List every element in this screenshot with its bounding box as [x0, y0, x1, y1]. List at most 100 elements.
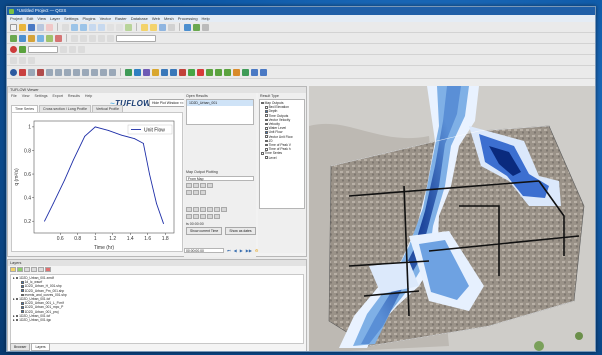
tips-icon[interactable] — [202, 23, 209, 31]
delete-icon[interactable] — [107, 34, 114, 42]
layer-visibility-checkbox[interactable] — [15, 318, 19, 322]
trace-icon[interactable] — [69, 45, 76, 53]
checkbox[interactable] — [265, 127, 268, 130]
new-project-icon[interactable] — [10, 23, 17, 31]
layer-visibility-checkbox[interactable] — [21, 293, 24, 297]
move-label-icon[interactable] — [28, 56, 35, 64]
checkbox[interactable] — [265, 110, 268, 113]
next-step-icon[interactable]: ▶▶ — [246, 248, 252, 253]
layers-tree[interactable]: ▸ 1D2D_Urban_001.xmdf 1d_lc_wsurf 1D2D_Urb… — [10, 274, 304, 344]
pin-label-icon[interactable] — [19, 56, 26, 64]
checkbox[interactable] — [265, 122, 268, 126]
from-map-select[interactable]: From Map — [186, 176, 254, 181]
export-plot-icon[interactable] — [193, 214, 199, 219]
label-icon[interactable] — [10, 56, 17, 64]
hide-plot-window-button[interactable]: Hide Plot Window << — [149, 99, 187, 107]
point-plot-icon[interactable] — [186, 183, 192, 188]
viewer-menu-results[interactable]: Results — [68, 94, 80, 98]
copy-plot-icon[interactable] — [200, 214, 206, 219]
curtain-icon[interactable] — [193, 190, 199, 195]
check-icon[interactable] — [215, 68, 222, 76]
add-wms-icon[interactable] — [37, 34, 44, 42]
ship-icon[interactable] — [170, 68, 177, 76]
plugin-icon[interactable] — [100, 68, 107, 76]
add-mesh-icon[interactable] — [28, 34, 35, 42]
plugin-icon[interactable] — [37, 68, 44, 76]
flag-icon[interactable] — [197, 68, 204, 76]
settings-icon[interactable] — [200, 190, 206, 195]
search-icon[interactable] — [207, 214, 213, 219]
checkbox[interactable] — [261, 101, 264, 105]
layer-combo[interactable] — [116, 34, 156, 42]
plugin-icon[interactable] — [109, 68, 116, 76]
snapping-icon[interactable] — [60, 45, 67, 53]
checkbox[interactable] — [265, 156, 268, 160]
zoom-full-icon[interactable] — [89, 23, 96, 31]
tuflow-tool-icon[interactable] — [19, 68, 26, 76]
add-group-icon[interactable] — [17, 267, 23, 272]
layer-visibility-checkbox[interactable] — [21, 281, 24, 284]
annotation-icon[interactable] — [168, 23, 175, 31]
tab-layers[interactable]: Layers — [31, 343, 50, 351]
list-item[interactable]: 1D2D_Urban_001 — [187, 100, 253, 106]
layer-visibility-checkbox[interactable] — [21, 285, 24, 288]
time-field[interactable]: 00:00:00.00 — [184, 247, 224, 253]
layer-visibility-checkbox[interactable] — [21, 310, 24, 314]
checkbox[interactable] — [265, 114, 268, 118]
menu-project[interactable]: Project — [10, 16, 22, 21]
topology-icon[interactable] — [78, 45, 85, 53]
plugin-icon[interactable] — [91, 68, 98, 76]
viewer-menu-file[interactable]: File — [11, 94, 17, 98]
layer-visibility-checkbox[interactable] — [21, 306, 24, 309]
menu-settings[interactable]: Settings — [64, 16, 78, 21]
checkbox[interactable] — [265, 143, 268, 147]
prev-step-icon[interactable]: ◀ — [234, 248, 237, 253]
yellow-tool-icon[interactable] — [152, 68, 159, 76]
plugin-icon[interactable] — [64, 68, 71, 76]
legend-icon[interactable] — [186, 214, 192, 219]
result-type-list[interactable]: Map Outputs Bed Elevation Depth Time Output… — [259, 99, 305, 209]
select-icon[interactable] — [150, 23, 157, 31]
purple-tool-icon[interactable] — [143, 68, 150, 76]
plugin-icon[interactable] — [82, 68, 89, 76]
add-vector-icon[interactable] — [10, 34, 17, 42]
pan-plot-icon[interactable] — [207, 207, 213, 212]
zoom-in-icon[interactable] — [71, 23, 78, 31]
leaf-icon[interactable] — [242, 68, 249, 76]
menu-database[interactable]: Database — [131, 16, 148, 21]
home-icon[interactable] — [186, 207, 192, 212]
filter-icon[interactable] — [24, 267, 30, 272]
clear-plot-icon[interactable] — [207, 183, 213, 188]
plugin-icon[interactable] — [73, 68, 80, 76]
remove-layer-icon[interactable] — [45, 267, 51, 272]
water-icon[interactable] — [134, 68, 141, 76]
layer-visibility-checkbox[interactable] — [15, 314, 19, 318]
print-layout-icon[interactable] — [46, 23, 53, 31]
zoom-layer-icon[interactable] — [98, 23, 105, 31]
add-feature-icon[interactable] — [89, 34, 96, 42]
layer-visibility-checkbox[interactable] — [15, 276, 19, 280]
checkbox[interactable] — [265, 118, 268, 122]
layer-visibility-checkbox[interactable] — [15, 297, 19, 301]
expand-icon[interactable] — [31, 267, 37, 272]
identify-icon[interactable] — [141, 23, 148, 31]
checkbox[interactable] — [265, 106, 268, 109]
polygon-plot-icon[interactable] — [200, 183, 206, 188]
check-icon[interactable] — [206, 68, 213, 76]
refresh-icon[interactable] — [125, 23, 132, 31]
checkbox[interactable] — [265, 131, 268, 134]
show-as-dates-button[interactable]: Show as dates — [225, 227, 256, 235]
table-icon[interactable] — [251, 68, 258, 76]
grid-icon[interactable] — [188, 68, 195, 76]
viewer-menu-export[interactable]: Export — [53, 94, 63, 98]
measure-icon[interactable] — [159, 23, 166, 31]
plugin-icon[interactable] — [46, 68, 53, 76]
add-raster-icon[interactable] — [19, 34, 26, 42]
open-project-icon[interactable] — [19, 23, 26, 31]
python-console-icon[interactable] — [184, 23, 191, 31]
menu-layer[interactable]: Layer — [50, 16, 60, 21]
line-plot-icon[interactable] — [193, 183, 199, 188]
collapse-icon[interactable] — [38, 267, 44, 272]
checkbox[interactable] — [265, 135, 268, 139]
save-project-icon[interactable] — [28, 23, 35, 31]
